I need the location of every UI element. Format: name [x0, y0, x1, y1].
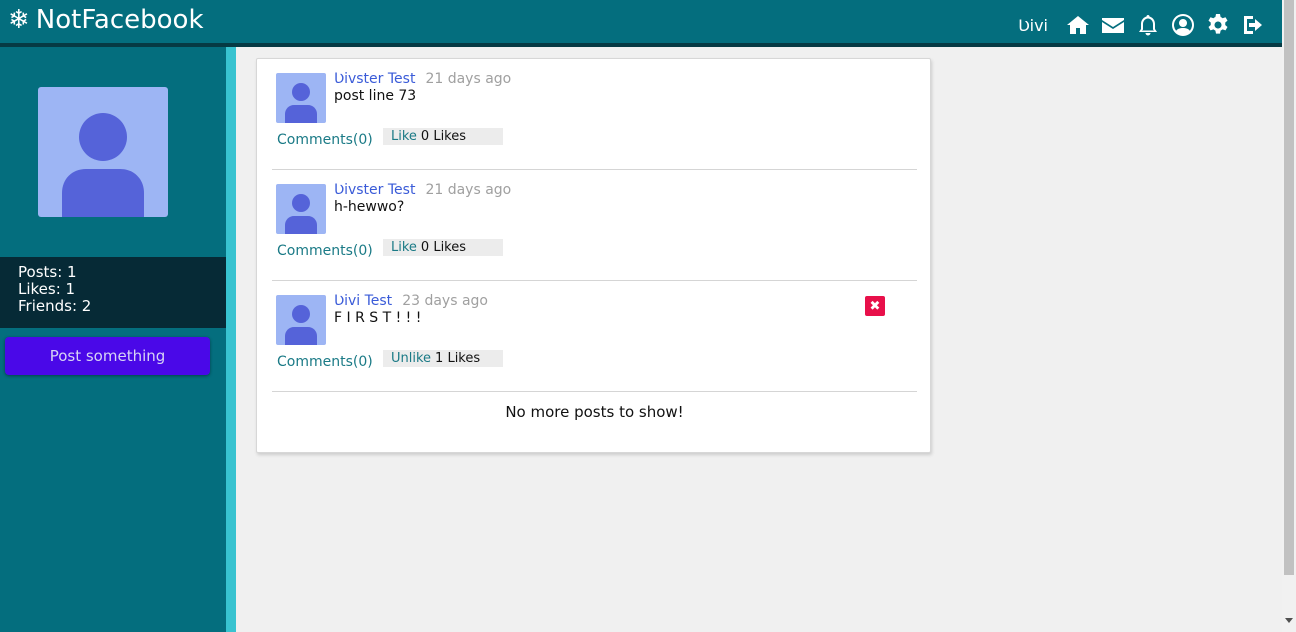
like-count: 1 Likes	[435, 351, 481, 366]
post-header: Ʋivi Test 23 days ago	[334, 293, 488, 309]
post-item: Ʋivi Test 23 days ago F I R S T ! ! ! Com…	[272, 281, 917, 392]
nav-right: Ʋivi	[1018, 10, 1266, 40]
user-stats: Posts: 1 Likes: 1 Friends: 2	[0, 257, 226, 328]
gear-icon[interactable]	[1205, 12, 1231, 38]
scroll-down-arrow-icon[interactable]	[1285, 618, 1293, 623]
like-button[interactable]: Like	[391, 240, 417, 255]
user-silhouette-icon	[285, 194, 317, 234]
sidebar-accent-strip	[226, 47, 236, 632]
top-navbar: ❄ NotFacebook Ʋivi	[0, 0, 1282, 47]
user-silhouette-icon	[285, 83, 317, 123]
post-timestamp: 21 days ago	[425, 182, 512, 198]
scrollbar-thumb[interactable]	[1284, 0, 1294, 575]
mail-icon[interactable]	[1100, 12, 1126, 38]
user-silhouette-icon	[285, 305, 317, 345]
home-icon[interactable]	[1065, 12, 1091, 38]
like-bar: Unlike 1 Likes	[383, 350, 503, 367]
post-text: h-hewwo?	[334, 199, 405, 215]
post-author-link[interactable]: Ʋivi Test	[334, 293, 392, 309]
post-something-button[interactable]: Post something	[5, 337, 210, 375]
brand[interactable]: ❄ NotFacebook	[8, 5, 204, 35]
user-silhouette-icon	[62, 113, 144, 217]
feed-card: Ʋivster Test 21 days ago post line 73 Com…	[256, 58, 931, 453]
post-text: post line 73	[334, 88, 417, 104]
comments-link[interactable]: Comments(0)	[277, 354, 373, 370]
post-author-link[interactable]: Ʋivster Test	[334, 71, 415, 87]
like-bar: Like 0 Likes	[383, 128, 503, 145]
post-header: Ʋivster Test 21 days ago	[334, 71, 511, 87]
post-header: Ʋivster Test 21 days ago	[334, 182, 511, 198]
unlike-button[interactable]: Unlike	[391, 351, 431, 366]
post-avatar[interactable]	[276, 295, 326, 345]
sidebar: Posts: 1 Likes: 1 Friends: 2 Post someth…	[0, 47, 226, 632]
like-count: 0 Likes	[420, 240, 467, 255]
like-button[interactable]: Like	[391, 129, 417, 144]
close-icon: ✖	[869, 298, 881, 314]
snowflake-icon: ❄	[8, 5, 30, 35]
current-username[interactable]: Ʋivi	[1018, 16, 1048, 35]
like-bar: Like 0 Likes	[383, 239, 503, 256]
bell-icon[interactable]	[1135, 12, 1161, 38]
profile-avatar[interactable]	[38, 87, 168, 217]
stat-likes: Likes: 1	[18, 280, 76, 298]
post-timestamp: 21 days ago	[425, 71, 512, 87]
stat-posts: Posts: 1	[18, 263, 77, 281]
post-timestamp: 23 days ago	[402, 293, 488, 309]
delete-post-button[interactable]: ✖	[865, 296, 885, 316]
page-scrollbar[interactable]	[1282, 0, 1296, 632]
post-item: Ʋivster Test 21 days ago h-hewwo? Comment…	[272, 170, 917, 281]
post-author-link[interactable]: Ʋivster Test	[334, 182, 415, 198]
post-item: Ʋivster Test 21 days ago post line 73 Com…	[272, 59, 917, 170]
post-avatar[interactable]	[276, 184, 326, 234]
post-avatar[interactable]	[276, 73, 326, 123]
comments-link[interactable]: Comments(0)	[277, 132, 373, 148]
brand-name: NotFacebook	[35, 5, 204, 35]
stat-friends: Friends: 2	[18, 297, 92, 315]
logout-icon[interactable]	[1240, 12, 1266, 38]
comments-link[interactable]: Comments(0)	[277, 243, 373, 259]
post-text: F I R S T ! ! !	[334, 310, 422, 326]
like-count: 0 Likes	[420, 129, 467, 144]
feed-end-message: No more posts to show!	[505, 403, 684, 421]
user-circle-icon[interactable]	[1170, 12, 1196, 38]
